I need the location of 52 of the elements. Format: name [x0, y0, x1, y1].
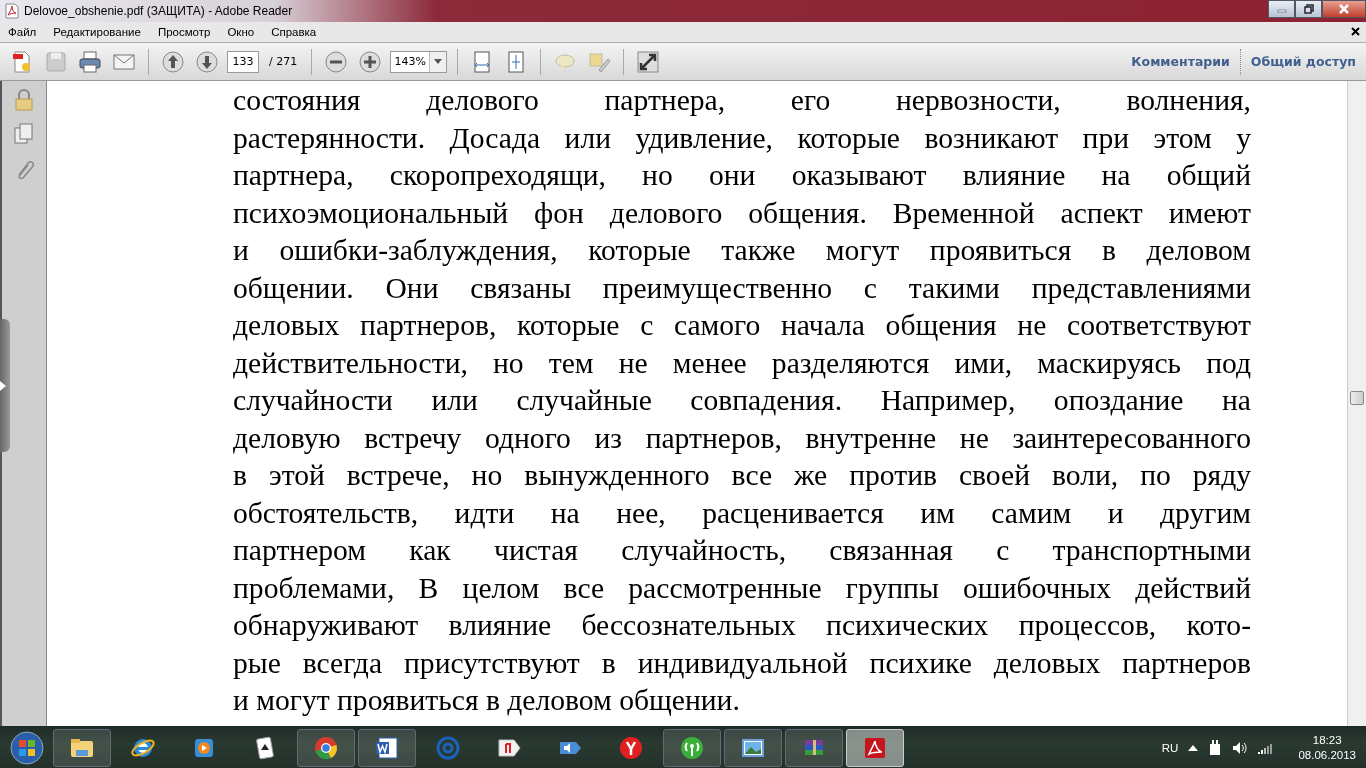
text-line: и ошибки-заблуждения, которые также могут проявиться в деловом	[233, 233, 1251, 268]
zoom-dropdown[interactable]: 143%	[390, 50, 448, 73]
panel-toggle[interactable]	[0, 319, 10, 452]
power-icon[interactable]	[1208, 739, 1223, 756]
menu-item[interactable]: Файл	[6, 26, 39, 38]
page-number-field[interactable]: 133	[227, 50, 259, 73]
minimize-button[interactable]	[1268, 0, 1295, 18]
text-line: в этой встрече, но вынужденного все же против своей воли, по ряду	[233, 458, 1251, 493]
menu-item[interactable]: Просмотр	[155, 26, 213, 38]
caret-icon	[434, 59, 443, 64]
text-line: деловую встречу одного из партнеров, внутренне не заинтересованного	[233, 420, 1251, 456]
up-caret-icon[interactable]	[1188, 744, 1199, 751]
text-line: действительности, но тем не менее разделяются ими, маскируясь под	[233, 345, 1251, 381]
comments-link[interactable]: Комментарии	[1121, 54, 1240, 69]
window-title: Delovoe_obshenie.pdf (ЗАЩИТА) - Adobe Reader	[24, 4, 293, 18]
page-total: / 271	[269, 55, 298, 68]
taskbar-app-button[interactable]	[663, 728, 721, 767]
taskbar-app-button[interactable]	[724, 728, 782, 767]
scrollbar[interactable]	[1347, 81, 1366, 726]
menu-item[interactable]: Редактирование	[51, 26, 143, 38]
right-arrow-icon	[0, 380, 6, 391]
menu-item[interactable]: Справка	[269, 26, 319, 38]
taskbar-app-button[interactable]	[358, 728, 416, 767]
clock-time[interactable]: 18:23	[1312, 734, 1342, 746]
clock-date[interactable]: 08.06.2013	[1298, 749, 1356, 761]
share-link[interactable]: Общий доступ	[1240, 54, 1366, 69]
close-icon	[1338, 4, 1350, 14]
text-line: рые всегда присутствуют в индивидуальной психике деловых партнеров	[233, 645, 1251, 681]
signal-icon[interactable]	[1258, 741, 1275, 754]
volume-icon[interactable]	[1232, 740, 1249, 755]
text-line: проблемами, В целом все рассмотренные группы ошибочных действий	[233, 570, 1251, 606]
pages-icon[interactable]	[14, 123, 34, 145]
text-line: психоэмоциональный фон делового общения. Временной аспект имеют	[233, 195, 1251, 231]
text-line: обнаруживают влияние бессознательных психических процессов, кото-	[233, 608, 1251, 643]
text-line: случайности или случайные совпадения. Например, опоздание на	[233, 383, 1251, 418]
text-line: обстоятельств, идти на нее, расценивается им самим и другим	[233, 495, 1251, 531]
language-indicator[interactable]: RU	[1161, 741, 1179, 754]
text-line: общении. Они связаны преимущественно с такими представлениями	[233, 270, 1251, 306]
text-line: и могут проявиться в деловом общении.	[233, 683, 741, 718]
restore-button[interactable]	[1295, 0, 1322, 18]
restore-icon	[1303, 4, 1314, 14]
text-line: партнером как чистая случайность, связанная с транспортными	[233, 533, 1251, 568]
pdf-icon	[4, 3, 20, 19]
menu-item[interactable]: Окно	[225, 26, 257, 38]
taskbar-app-button[interactable]	[297, 728, 355, 767]
close-button[interactable]	[1322, 0, 1366, 18]
taskbar-app-button[interactable]	[53, 728, 111, 767]
text-line: партнера, скоропреходящи, но они оказывают влияние на общий	[233, 158, 1251, 193]
text-line: состояния делового партнера, его нервозности, волнения,	[233, 83, 1251, 118]
text-line: деловых партнеров, которые с самого начала общения не соответствуют	[233, 308, 1251, 343]
text-line: растерянности. Досада или удивление, которые возникают при этом у	[233, 120, 1251, 156]
close-icon[interactable]	[1351, 27, 1360, 36]
